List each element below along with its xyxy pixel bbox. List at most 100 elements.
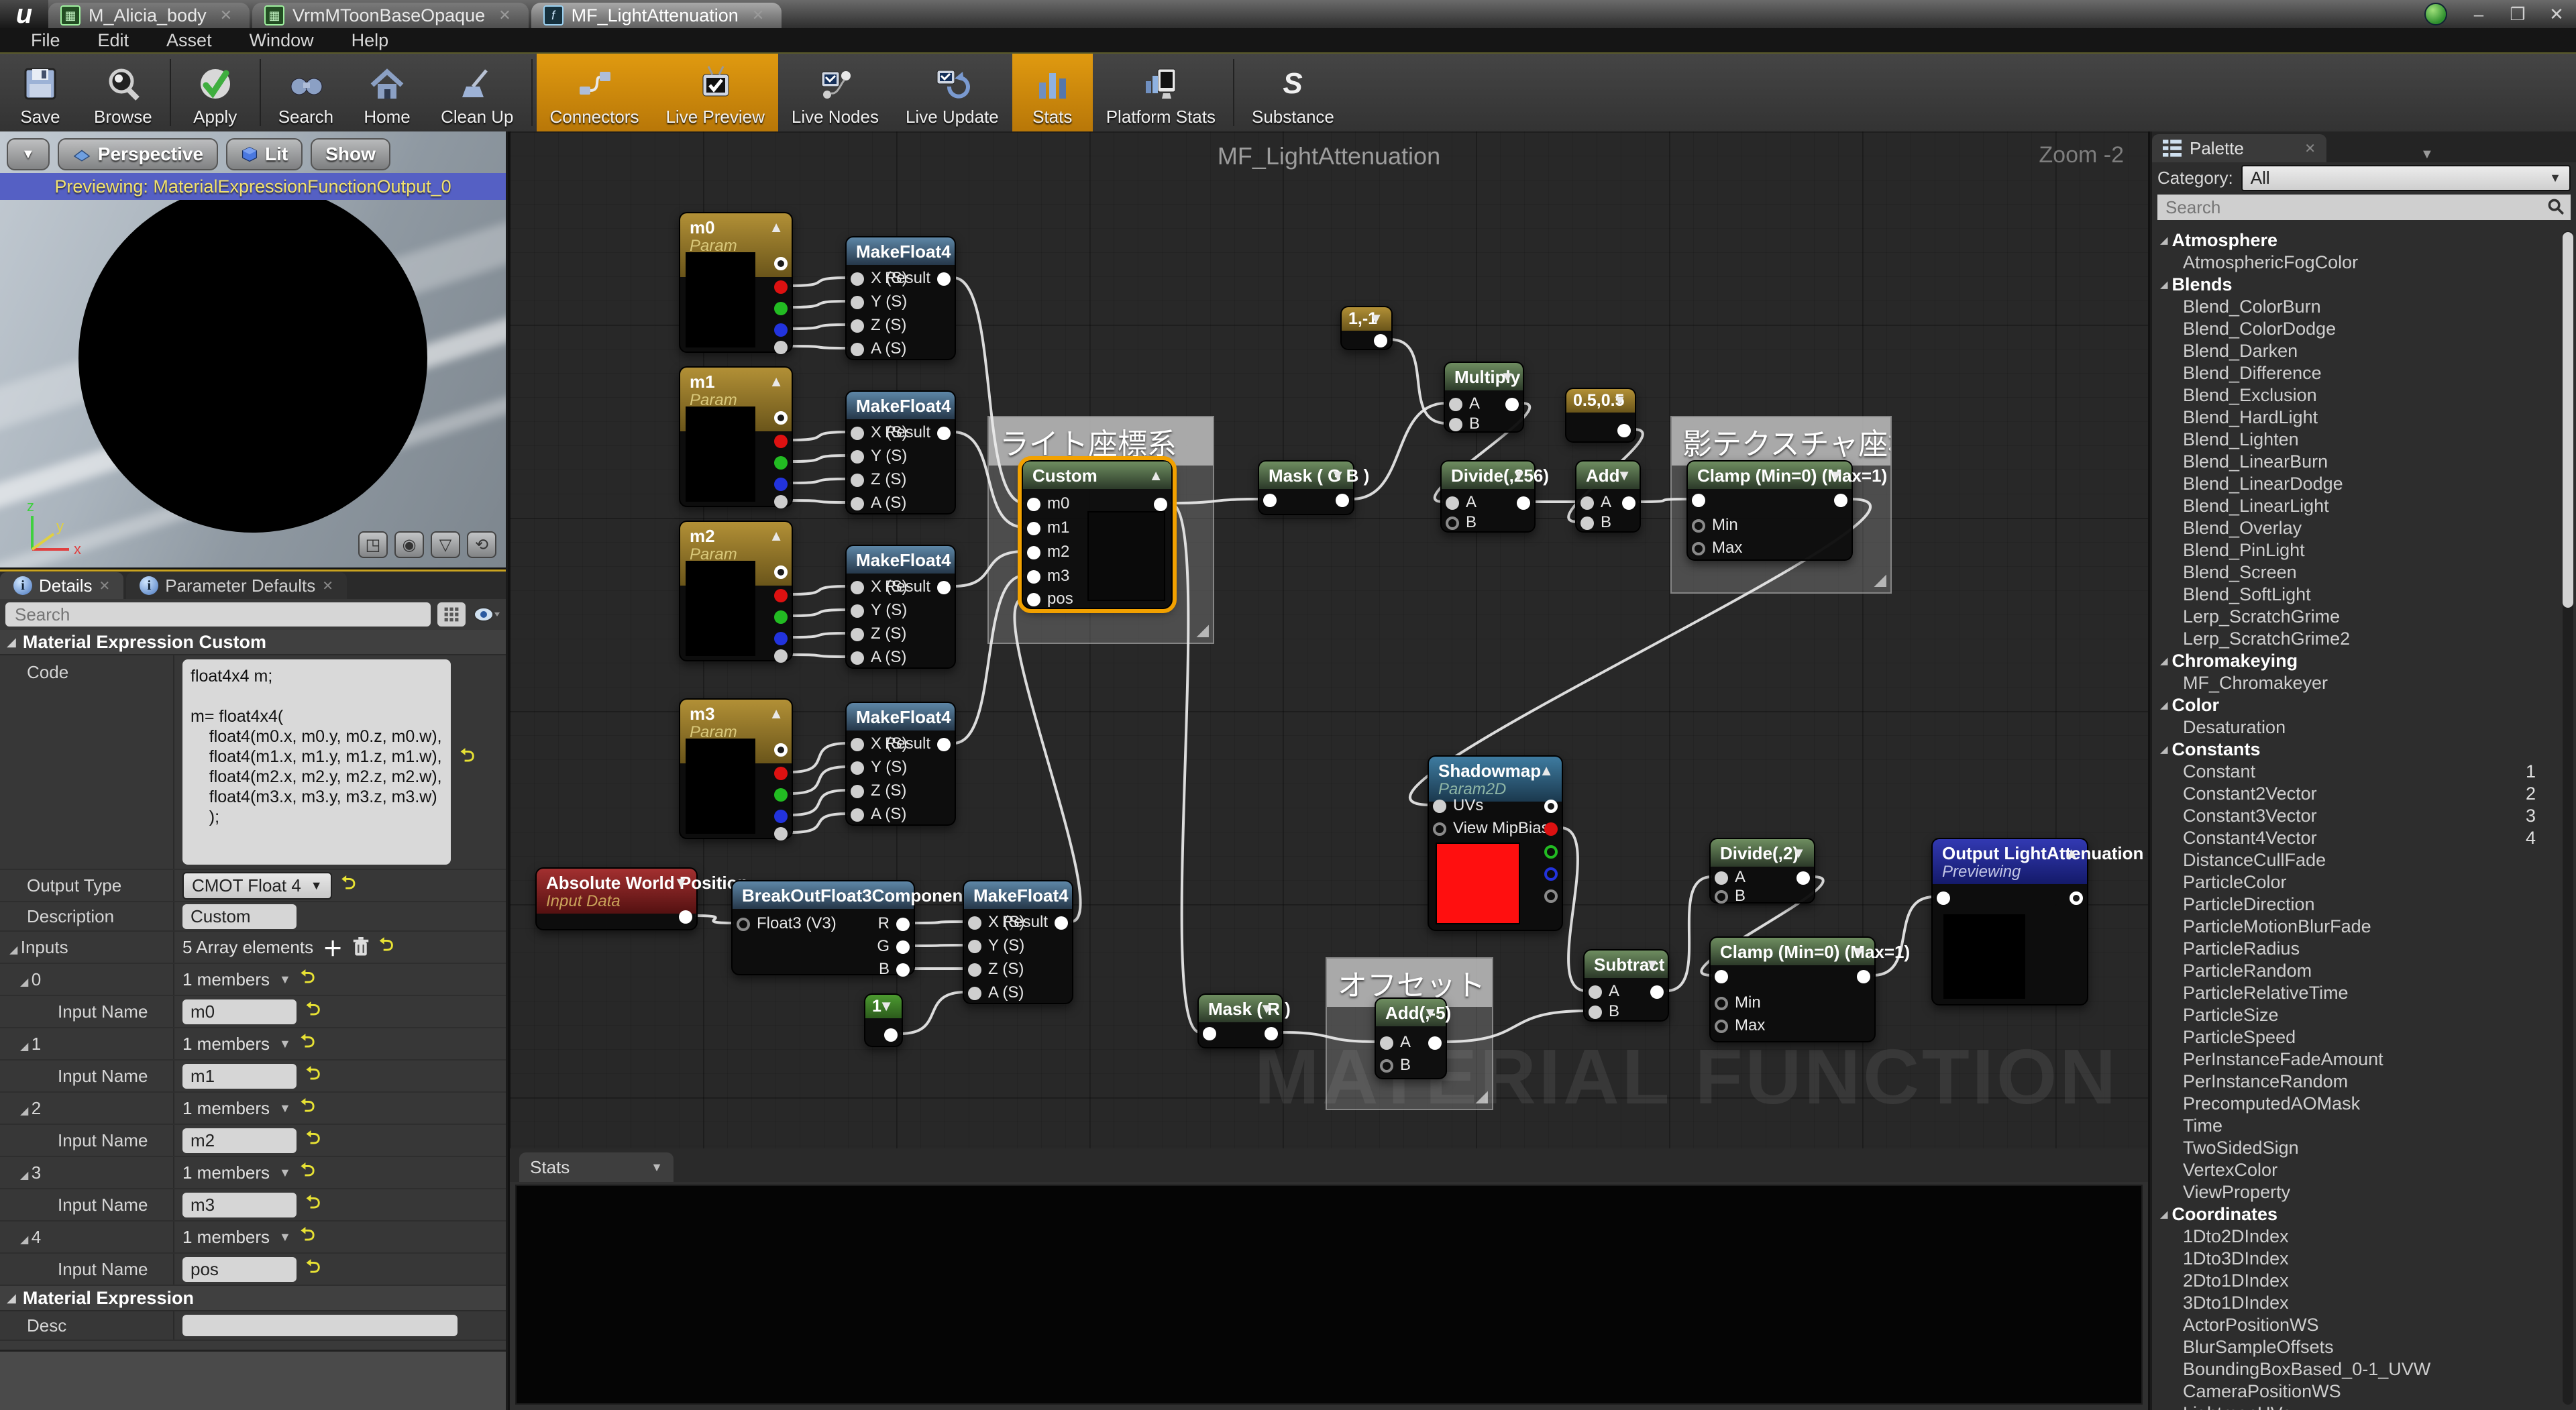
input-pin[interactable] <box>1380 1036 1393 1050</box>
show-button[interactable]: Show <box>311 138 390 170</box>
close-icon[interactable]: ✕ <box>752 7 764 24</box>
input-name-field[interactable]: pos <box>182 1257 297 1282</box>
output-pin[interactable] <box>1834 494 1847 507</box>
input-index[interactable]: 2 <box>0 1098 173 1119</box>
input-pin[interactable] <box>851 474 864 487</box>
perspective-button[interactable]: Perspective <box>58 138 218 170</box>
node-addm5[interactable]: Add(,-5)▼AB <box>1375 997 1447 1079</box>
reset-to-default-icon[interactable]: ⮌ <box>301 1222 315 1252</box>
input-pin[interactable] <box>1433 800 1446 813</box>
node-multiply[interactable]: Multiply▼AB <box>1444 362 1524 433</box>
output-pin[interactable] <box>774 827 788 840</box>
reset-to-default-icon[interactable]: ⮌ <box>379 932 394 963</box>
tab-parameter-defaults[interactable]: i Parameter Defaults✕ <box>126 572 347 599</box>
reset-to-default-icon[interactable]: ⮌ <box>341 870 356 901</box>
output-pin[interactable] <box>679 910 692 924</box>
palette-item-ParticleDirection[interactable]: ParticleDirection <box>2152 893 2576 916</box>
output-pin[interactable] <box>1622 496 1635 510</box>
output-pin[interactable] <box>937 581 951 594</box>
input-pin[interactable] <box>1449 398 1462 411</box>
output-pin[interactable] <box>896 940 910 954</box>
asset-tab-VrmMToonBaseOpaque[interactable]: ▦VrmMToonBaseOpaque✕ <box>252 3 529 28</box>
palette-item-Time[interactable]: Time <box>2152 1115 2576 1137</box>
node-maskGB[interactable]: Mask ( G B )▼ <box>1258 460 1354 515</box>
output-pin[interactable] <box>774 788 788 802</box>
palette-item-Blend_Exclusion[interactable]: Blend_Exclusion <box>2152 384 2576 406</box>
input-pin[interactable] <box>1589 985 1602 999</box>
palette-search-input[interactable] <box>2157 195 2571 220</box>
save-button[interactable]: Save <box>0 54 80 131</box>
palette-item-Lerp_ScratchGrime2[interactable]: Lerp_ScratchGrime2 <box>2152 628 2576 650</box>
viewport-options-button[interactable]: ▼ <box>7 138 50 170</box>
palette-item-Blend_Lighten[interactable]: Blend_Lighten <box>2152 429 2576 451</box>
node-const0505[interactable]: 0.5,0.5▼ <box>1565 388 1636 443</box>
output-pin[interactable] <box>1544 889 1558 903</box>
palette-item-VertexColor[interactable]: VertexColor <box>2152 1159 2576 1181</box>
palette-item-DistanceCullFade[interactable]: DistanceCullFade <box>2152 849 2576 871</box>
output-pin[interactable] <box>1650 985 1664 999</box>
input-name-field[interactable]: m3 <box>182 1193 297 1217</box>
section-material-expression[interactable]: ◢Material Expression <box>0 1286 506 1311</box>
collapse-icon[interactable]: ▼ <box>1500 368 1515 386</box>
palette-item-PerInstanceRandom[interactable]: PerInstanceRandom <box>2152 1071 2576 1093</box>
reset-to-default-icon[interactable]: ⮌ <box>301 1028 315 1059</box>
reset-to-default-icon[interactable]: ⮌ <box>306 1061 321 1091</box>
palette-item-ParticleRandom[interactable]: ParticleRandom <box>2152 960 2576 982</box>
input-index[interactable]: 1 <box>0 1034 173 1054</box>
input-pin[interactable] <box>1449 418 1462 431</box>
input-pin[interactable] <box>1715 1020 1728 1033</box>
output-pin[interactable] <box>1336 494 1349 507</box>
output-pin[interactable] <box>1796 871 1810 885</box>
palette-item-AtmosphericFogColor[interactable]: AtmosphericFogColor <box>2152 252 2576 274</box>
output-pin[interactable] <box>896 918 910 931</box>
palette-item-1Dto2DIndex[interactable]: 1Dto2DIndex <box>2152 1226 2576 1248</box>
input-pin[interactable] <box>1203 1027 1216 1040</box>
output-pin[interactable] <box>774 767 788 780</box>
palette-item-Blend_Screen[interactable]: Blend_Screen <box>2152 561 2576 584</box>
maximize-button[interactable]: ❐ <box>2498 0 2537 28</box>
output-pin[interactable] <box>1374 334 1387 347</box>
collapse-icon[interactable]: ▼ <box>1511 467 1526 484</box>
input-pin[interactable] <box>851 785 864 798</box>
collapse-icon[interactable]: ▲ <box>769 705 784 722</box>
input-pin[interactable] <box>851 651 864 665</box>
chevron-down-icon[interactable]: ▼ <box>279 1037 291 1051</box>
input-name-field[interactable]: m1 <box>182 1064 297 1089</box>
input-pin[interactable] <box>1027 498 1040 511</box>
node-breakout[interactable]: BreakOutFloat3ComponentsFloat3 (V3)RGB <box>731 880 915 975</box>
input-pin[interactable] <box>851 497 864 510</box>
menu-edit[interactable]: Edit <box>79 30 148 51</box>
collapse-icon[interactable]: ▲ <box>2064 845 2079 862</box>
reset-to-default-icon[interactable]: ⮌ <box>301 1093 315 1124</box>
node-output[interactable]: Output LightAttenuationPreviewing▲ <box>1931 838 2088 1006</box>
collapse-icon[interactable]: ▲ <box>769 527 784 545</box>
output-pin[interactable] <box>1617 424 1631 437</box>
palette-item-PerInstanceFadeAmount[interactable]: PerInstanceFadeAmount <box>2152 1048 2576 1071</box>
output-pin[interactable] <box>774 478 788 491</box>
palette-item-Blend_LinearBurn[interactable]: Blend_LinearBurn <box>2152 451 2576 473</box>
output-pin[interactable] <box>774 610 788 624</box>
input-pin[interactable] <box>851 604 864 618</box>
collapse-icon[interactable]: ▼ <box>1829 467 1843 484</box>
palette-item-ActorPositionWS[interactable]: ActorPositionWS <box>2152 1314 2576 1336</box>
palette-item-Blend_ColorDodge[interactable]: Blend_ColorDodge <box>2152 318 2576 340</box>
output-pin[interactable] <box>774 565 788 579</box>
output-pin[interactable] <box>774 810 788 823</box>
input-pin[interactable] <box>1027 593 1040 606</box>
palette-item-CameraPositionWS[interactable]: CameraPositionWS <box>2152 1380 2576 1403</box>
output-pin[interactable] <box>774 495 788 508</box>
menu-help[interactable]: Help <box>333 30 408 51</box>
palette-category-Blends[interactable]: Blends <box>2152 274 2576 296</box>
collapse-icon[interactable]: ▼ <box>879 997 894 1015</box>
output-pin[interactable] <box>774 323 788 337</box>
collapse-icon[interactable]: ▼ <box>1259 1000 1274 1018</box>
menu-window[interactable]: Window <box>231 30 333 51</box>
reset-to-default-icon[interactable]: ⮌ <box>306 1189 321 1220</box>
node-add[interactable]: Add▼AB <box>1575 460 1641 533</box>
input-pin[interactable] <box>851 427 864 440</box>
node-mf1[interactable]: MakeFloat4X (S)ResultY (S)Z (S)A (S) <box>845 236 956 360</box>
viewport-mini-button[interactable]: ⟲ <box>467 531 496 558</box>
clean-up-button[interactable]: Clean Up <box>427 54 527 131</box>
output-pin[interactable] <box>1544 800 1558 813</box>
input-pin[interactable] <box>851 808 864 822</box>
